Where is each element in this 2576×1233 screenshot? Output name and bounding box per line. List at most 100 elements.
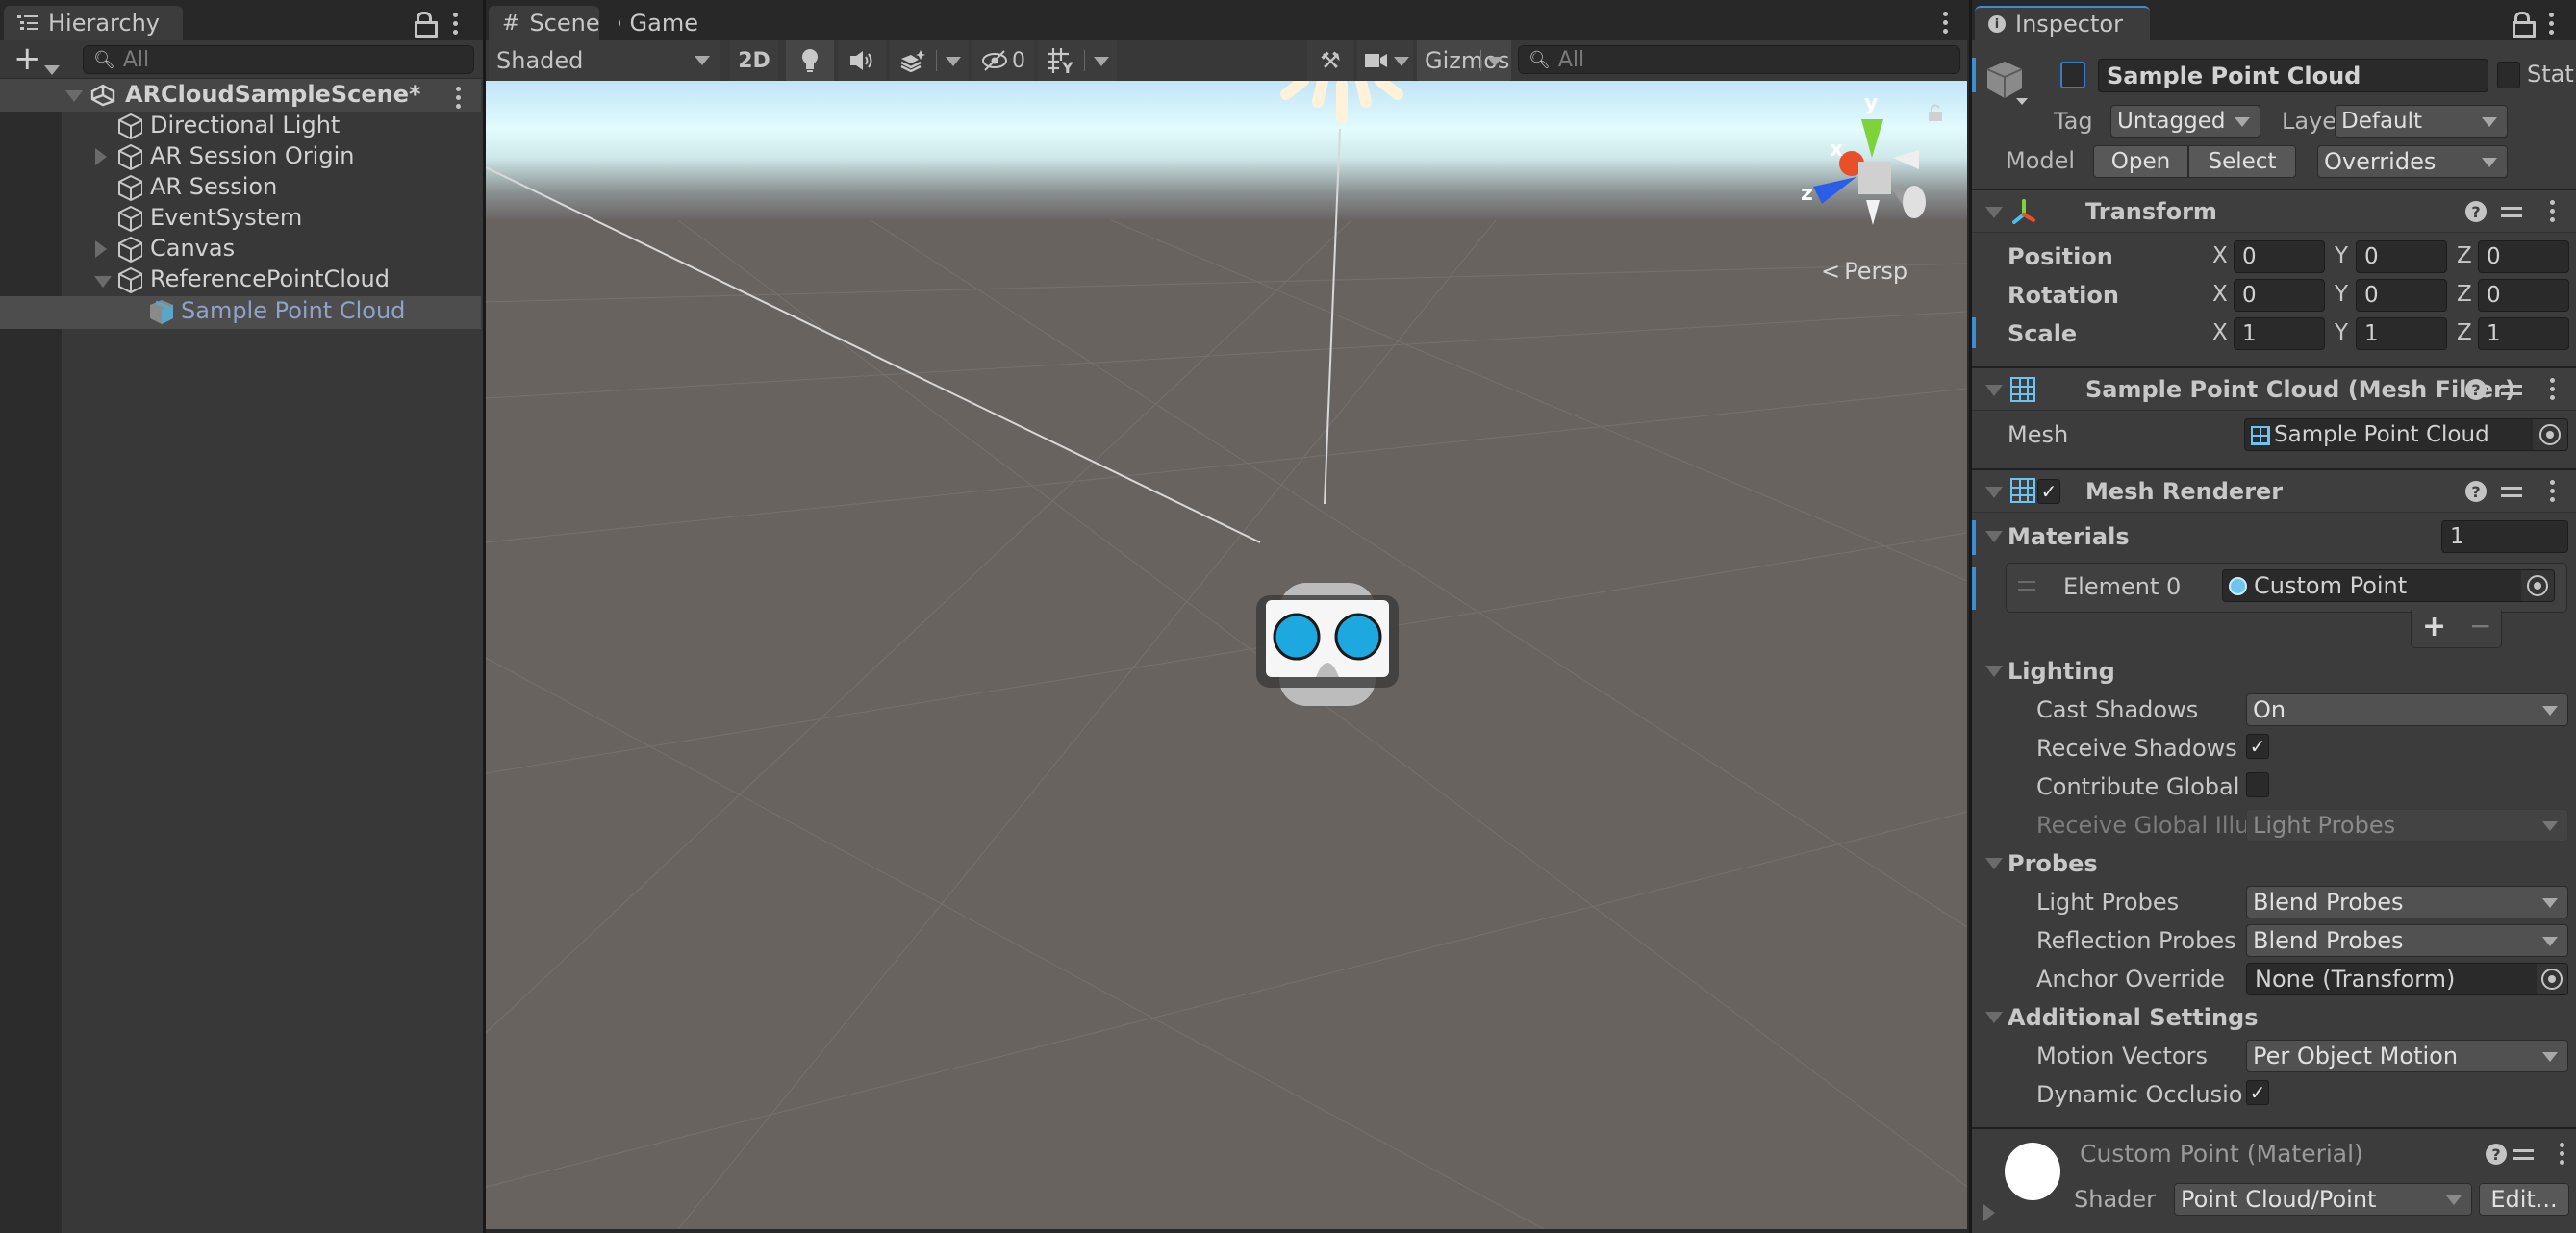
- transform-y-field[interactable]: 0: [2356, 279, 2447, 312]
- add-element-button[interactable]: +: [2422, 610, 2446, 643]
- presets-icon[interactable]: [2513, 1144, 2534, 1165]
- hierarchy-search-input[interactable]: 🔍︎ All: [83, 45, 474, 74]
- hierarchy-item[interactable]: AR Session: [0, 172, 481, 203]
- collapse-arrow-icon[interactable]: [1985, 207, 2003, 218]
- drag-handle-icon[interactable]: [2018, 581, 2035, 591]
- toggle-2d-button[interactable]: 2D: [730, 40, 778, 81]
- lighting-expand-icon[interactable]: [1985, 666, 2003, 677]
- help-icon[interactable]: ?: [2465, 481, 2487, 502]
- probes-expand-icon[interactable]: [1985, 858, 2003, 869]
- materials-expand-icon[interactable]: [1985, 531, 2003, 542]
- light-probes-dropdown[interactable]: Blend Probes: [2246, 886, 2568, 918]
- tab-scene[interactable]: # Scene: [489, 6, 600, 40]
- lock-icon[interactable]: [415, 12, 438, 38]
- collapsed-arrow-icon[interactable]: [95, 240, 107, 258]
- contribute-gi-checkbox[interactable]: [2246, 772, 2269, 797]
- transform-x-field[interactable]: 0: [2234, 279, 2325, 312]
- mesh-renderer-enabled-checkbox[interactable]: ✓: [2037, 479, 2060, 504]
- open-button[interactable]: Open: [2093, 145, 2188, 178]
- overrides-dropdown[interactable]: Overrides: [2317, 145, 2508, 178]
- scene-row[interactable]: ARCloudSampleScene*: [0, 79, 481, 112]
- component-more-icon[interactable]: [2547, 378, 2557, 400]
- hierarchy-item[interactable]: Sample Point Cloud: [0, 296, 481, 329]
- receive-shadows-checkbox[interactable]: ✓: [2246, 734, 2269, 759]
- scene-viewport[interactable]: y x z < Persp: [486, 81, 1967, 1229]
- projection-toggle[interactable]: < Persp: [1821, 258, 1907, 285]
- transform-header[interactable]: Transform ?: [1972, 189, 2576, 233]
- help-icon[interactable]: ?: [2465, 201, 2487, 222]
- mesh-filter-header[interactable]: Sample Point Cloud (Mesh Filter) ?: [1972, 366, 2576, 411]
- audio-toggle[interactable]: [838, 40, 886, 81]
- add-button[interactable]: +: [13, 42, 41, 75]
- mesh-renderer-header[interactable]: ✓ Mesh Renderer ?: [1972, 468, 2576, 513]
- shading-mode-dropdown[interactable]: Shaded: [489, 40, 720, 81]
- transform-z-field[interactable]: 1: [2478, 317, 2569, 350]
- tag-dropdown[interactable]: Untagged: [2110, 105, 2260, 138]
- remove-element-button[interactable]: −: [2469, 610, 2491, 642]
- add-dropdown-icon[interactable]: [44, 56, 60, 81]
- object-picker-icon[interactable]: [2541, 969, 2563, 990]
- materials-count-field[interactable]: 1: [2441, 520, 2568, 553]
- prefab-cube-icon[interactable]: [1985, 60, 2028, 106]
- inspector-more-icon[interactable]: [2546, 13, 2556, 35]
- component-more-icon[interactable]: [2547, 480, 2557, 502]
- grid-snapping-dropdown[interactable]: Y: [1038, 40, 1117, 81]
- scene-visibility-toggle[interactable]: 0: [972, 40, 1034, 81]
- tools-toggle[interactable]: ⚒: [1307, 40, 1353, 81]
- component-more-icon[interactable]: [2547, 200, 2557, 222]
- material-expand-icon[interactable]: [1983, 1204, 1995, 1221]
- select-button[interactable]: Select: [2188, 145, 2296, 178]
- static-dropdown[interactable]: Static: [2527, 61, 2576, 88]
- tab-inspector[interactable]: i Inspector: [1975, 6, 2150, 40]
- expand-arrow-icon[interactable]: [65, 90, 83, 102]
- transform-z-field[interactable]: 0: [2478, 279, 2569, 312]
- additional-settings-expand-icon[interactable]: [1985, 1012, 2003, 1023]
- object-picker-icon[interactable]: [2527, 575, 2548, 596]
- edit-shader-button[interactable]: Edit...: [2479, 1183, 2569, 1216]
- collapse-arrow-icon[interactable]: [1985, 385, 2003, 396]
- hierarchy-item[interactable]: AR Session Origin: [0, 141, 481, 172]
- transform-x-field[interactable]: 0: [2234, 240, 2325, 273]
- hierarchy-item[interactable]: EventSystem: [0, 203, 481, 234]
- scene-more-icon[interactable]: [453, 87, 463, 109]
- scene-more-options-icon[interactable]: [1940, 12, 1950, 34]
- dynamic-occlusion-checkbox[interactable]: ✓: [2246, 1080, 2269, 1105]
- material-more-icon[interactable]: [2557, 1143, 2566, 1165]
- collapse-arrow-icon[interactable]: [1985, 487, 2003, 498]
- hierarchy-item[interactable]: Directional Light: [0, 111, 481, 141]
- transform-y-field[interactable]: 1: [2356, 317, 2447, 350]
- gizmos-dropdown[interactable]: Gizmos: [1417, 40, 1511, 81]
- transform-z-field[interactable]: 0: [2478, 240, 2569, 273]
- layer-dropdown[interactable]: Default: [2335, 105, 2508, 138]
- more-options-icon[interactable]: [450, 13, 460, 35]
- presets-icon[interactable]: [2501, 201, 2522, 222]
- inspector-lock-icon[interactable]: [2513, 12, 2536, 38]
- tab-game[interactable]: Game: [606, 6, 712, 40]
- camera-dropdown[interactable]: [1357, 40, 1413, 81]
- shader-dropdown[interactable]: Point Cloud/Point: [2174, 1183, 2472, 1216]
- static-checkbox[interactable]: [2497, 62, 2520, 88]
- help-icon[interactable]: ?: [2465, 379, 2487, 400]
- object-name-field[interactable]: Sample Point Cloud: [2098, 59, 2488, 92]
- object-picker-icon[interactable]: [2539, 424, 2561, 445]
- presets-icon[interactable]: [2501, 379, 2522, 400]
- cast-shadows-dropdown[interactable]: On: [2246, 693, 2568, 726]
- tab-hierarchy[interactable]: Hierarchy: [4, 6, 183, 40]
- expanded-arrow-icon[interactable]: [94, 276, 112, 288]
- collapsed-arrow-icon[interactable]: [95, 148, 107, 165]
- scene-search-input[interactable]: 🔍︎ All: [1518, 45, 1960, 74]
- motion-vectors-dropdown[interactable]: Per Object Motion: [2246, 1040, 2568, 1072]
- mesh-object-field[interactable]: Sample Point Cloud: [2244, 418, 2568, 451]
- active-checkbox[interactable]: [2060, 62, 2085, 88]
- material-object-field[interactable]: Custom Point: [2222, 569, 2555, 602]
- hierarchy-item[interactable]: Canvas: [0, 234, 481, 264]
- presets-icon[interactable]: [2501, 481, 2522, 502]
- anchor-override-field[interactable]: None (Transform): [2246, 963, 2568, 995]
- transform-y-field[interactable]: 0: [2356, 240, 2447, 273]
- lighting-toggle[interactable]: [786, 40, 834, 81]
- reflection-probes-dropdown[interactable]: Blend Probes: [2246, 924, 2568, 957]
- effects-dropdown[interactable]: [890, 40, 969, 81]
- hierarchy-item[interactable]: ReferencePointCloud: [0, 264, 481, 295]
- help-icon[interactable]: ?: [2486, 1144, 2507, 1165]
- transform-x-field[interactable]: 1: [2234, 317, 2325, 350]
